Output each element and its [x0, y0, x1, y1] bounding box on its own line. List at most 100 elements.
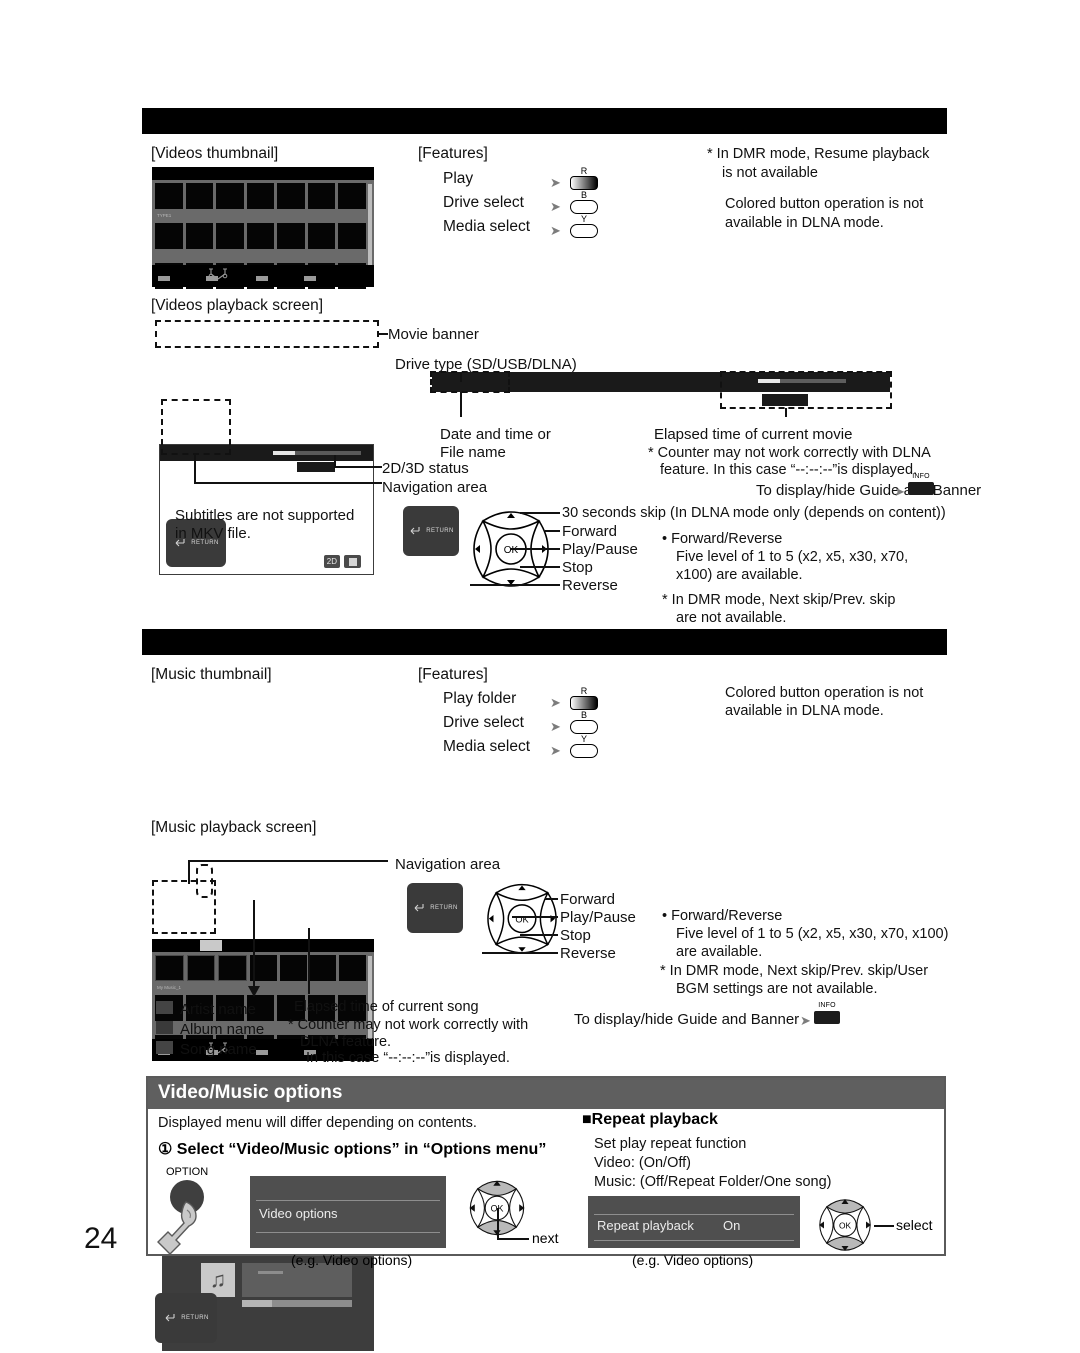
music-playback-label: [Music playback screen] [151, 819, 317, 836]
color-button-yellow[interactable]: Y [570, 215, 598, 238]
next-leader-line [497, 1238, 529, 1240]
arrow-right-icon: ➤ [550, 695, 561, 710]
menu1-caption: (e.g. Video options) [291, 1252, 413, 1268]
thumbnail-cell[interactable] [339, 955, 367, 981]
thumbnail-cell[interactable] [307, 183, 336, 209]
navigation-area-highlight [161, 399, 231, 455]
thumbnail-cell[interactable] [216, 223, 244, 249]
thumbnail-cell[interactable] [309, 955, 337, 981]
feature-label-media-select: Media select [443, 218, 531, 235]
return-button-illustration[interactable]: RETURN [403, 506, 459, 556]
thumbnail-cell[interactable] [155, 955, 184, 981]
next-leader-line-v [497, 1208, 499, 1239]
thumbnail-cell[interactable] [277, 223, 305, 249]
dpad-leader-reverse [482, 952, 558, 954]
thumbnail-cell[interactable] [279, 955, 307, 981]
videos-features-title: [Features] [418, 145, 488, 162]
color-button-label: Y [580, 214, 587, 224]
color-button-label: Y [580, 734, 587, 744]
callout-2d3d-status: 2D/3D status [382, 460, 469, 477]
color-button-blue[interactable]: B [570, 191, 598, 214]
color-button-blue[interactable]: B [570, 711, 598, 734]
banner-time-chip [297, 462, 335, 472]
music-bullet-dmr-line1: * In DMR mode, Next skip/Prev. skip/User [660, 963, 929, 979]
music-dpad-label-forward: Forward [560, 891, 616, 908]
navigation-area-return-button[interactable]: RETURN [155, 1293, 217, 1343]
thumbnail-cell[interactable] [185, 183, 214, 209]
thumbnail-scrollbar[interactable] [368, 184, 372, 266]
bullet-dmr-skip-line1: * In DMR mode, Next skip/Prev. skip [662, 592, 896, 608]
feature-label-play-folder: Play folder [443, 690, 517, 707]
color-key-chip[interactable] [256, 1050, 268, 1055]
return-label: RETURN [181, 1315, 209, 1321]
music-bullet-forward-reverse: • Forward/Reverse [662, 908, 783, 924]
note-dmr-resume-line2: is not available [722, 165, 818, 181]
arrow-right-icon: ➤ [550, 175, 561, 190]
subtitles-note-line1: Subtitles are not supported [175, 507, 355, 524]
options-step1: ① Select “Video/Music options” in “Optio… [158, 1141, 547, 1158]
music-thumbnail-label: [Music thumbnail] [151, 666, 272, 683]
thumbnail-cell[interactable] [218, 955, 248, 981]
tv-top-bar [152, 939, 374, 952]
option-button-caption: OPTION [166, 1166, 209, 1178]
color-key-chip[interactable] [158, 276, 170, 281]
menu-divider [256, 1232, 440, 1233]
music-bullet-dmr-line2: BGM settings are not available. [676, 981, 878, 997]
callout-line-music-nav [188, 860, 190, 884]
thumbnail-cell[interactable] [185, 223, 214, 249]
menu-item-repeat-playback[interactable]: Repeat playback [588, 1216, 703, 1235]
callout-movie-banner: Movie banner [388, 326, 479, 343]
callout-line-nav-area-h [194, 482, 382, 484]
callout-line-elapsed [785, 408, 787, 417]
bullet-dmr-skip-line2: are not available. [676, 610, 787, 626]
music-note-colored-line2: available in DLNA mode. [725, 703, 884, 719]
note-dmr-resume-line1: * In DMR mode, Resume playback [707, 146, 930, 162]
thumbnail-cell[interactable] [155, 223, 183, 249]
music-dpad-label-play-pause: Play/Pause [560, 909, 636, 926]
color-button-red[interactable]: R [570, 687, 598, 710]
legend-label-album: Album name [180, 1021, 265, 1038]
music-note-icon: ♫ [209, 1267, 227, 1292]
dpad-select[interactable]: OK [810, 1190, 880, 1260]
thumbnail-cell[interactable] [155, 183, 183, 209]
thumbnail-tab-cursor[interactable] [200, 940, 222, 951]
repeat-playback-heading: ■Repeat playback [582, 1111, 718, 1128]
thumbnail-cell[interactable] [246, 223, 275, 249]
callout-line-movie-banner [379, 333, 388, 335]
thumbnail-cell[interactable] [277, 183, 305, 209]
dpad-leader-stop [520, 566, 560, 568]
color-key-chip[interactable] [256, 276, 268, 281]
select-leader-line [874, 1225, 894, 1227]
thumbnail-cell[interactable] [246, 183, 275, 209]
menu-value-repeat-playback[interactable]: On [714, 1216, 749, 1235]
thumbnail-cell[interactable] [216, 183, 244, 209]
dpad-music[interactable]: OK [476, 872, 568, 958]
color-button-label: R [580, 686, 588, 696]
dpad-label-skip: 30 seconds skip (In DLNA mode only (depe… [562, 505, 946, 521]
return-button-illustration[interactable]: RETURN [407, 883, 463, 933]
thumbnail-cell[interactable] [307, 223, 336, 249]
color-key-chip[interactable] [304, 276, 316, 281]
thumbnail-cell[interactable] [338, 223, 367, 249]
artist-name-highlight [196, 864, 213, 898]
guide-banner-text: To display/hide Guide and Banner [756, 482, 982, 499]
repeat-line-2: Video: (On/Off) [594, 1155, 691, 1171]
menu-item-video-options[interactable]: Video options [250, 1204, 446, 1223]
drive-type-highlight [430, 371, 510, 393]
repeat-line-1: Set play repeat function [594, 1136, 747, 1152]
legend-arrow-line [253, 900, 255, 990]
color-button-red[interactable]: R [570, 167, 598, 190]
thumbnail-cell[interactable] [338, 183, 367, 209]
callout-navigation-area: Navigation area [382, 479, 488, 496]
color-button-label: B [580, 710, 587, 720]
music-features-title: [Features] [418, 666, 488, 683]
dpad-leader-playpause [510, 548, 560, 550]
info-button[interactable]: INFO [814, 1002, 840, 1027]
thumbnail-cell[interactable] [186, 955, 216, 981]
color-key-chip[interactable] [206, 276, 218, 281]
color-button-yellow[interactable]: Y [570, 735, 598, 758]
info-button[interactable]: INFO [908, 473, 934, 498]
callout-line-nav-area [194, 455, 196, 482]
callout-counter-note-line2: feature. In this case “--:--:--”is displ… [660, 462, 918, 478]
movie-banner-highlight [155, 320, 379, 348]
